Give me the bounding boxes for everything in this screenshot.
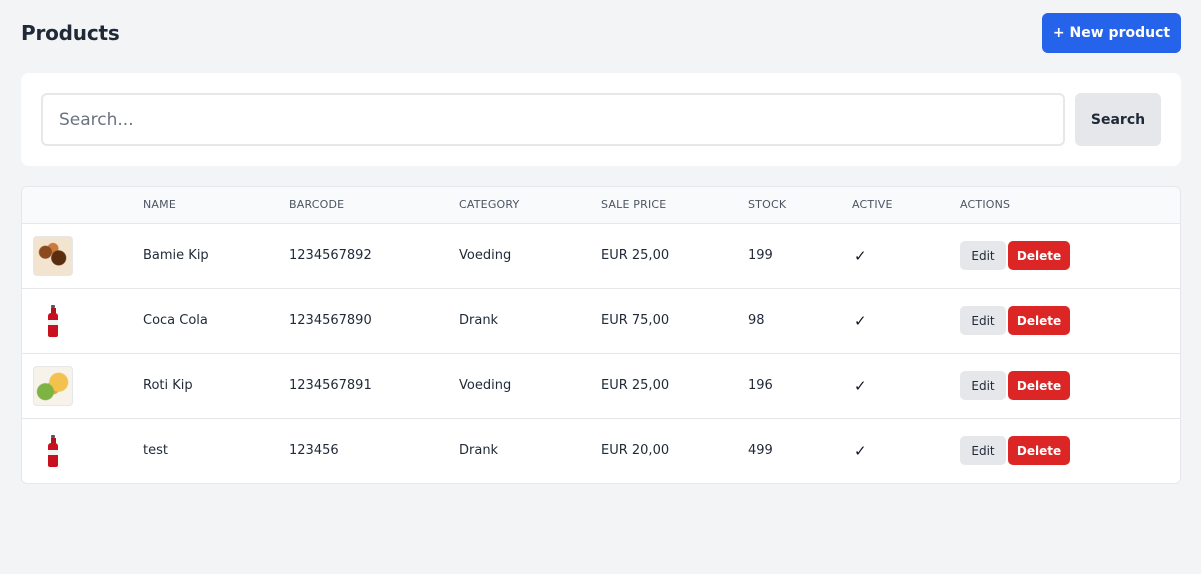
column-header-category: CATEGORY	[459, 187, 601, 224]
page-title: Products	[21, 21, 120, 45]
product-stock: 98	[748, 313, 765, 328]
search-input[interactable]	[41, 93, 1065, 146]
search-button[interactable]: Search	[1075, 93, 1161, 146]
edit-button[interactable]: Edit	[960, 241, 1006, 270]
table-header-row: NAME BARCODE CATEGORY SALE PRICE STOCK A…	[22, 187, 1180, 224]
product-sale-price: EUR 25,00	[601, 248, 670, 263]
active-check-icon: ✓	[854, 311, 867, 330]
bottle-icon	[48, 434, 58, 467]
active-check-icon: ✓	[854, 246, 867, 265]
column-header-name: NAME	[143, 187, 289, 224]
delete-button[interactable]: Delete	[1008, 371, 1070, 400]
column-header-sale-price: SALE PRICE	[601, 187, 748, 224]
product-stock: 499	[748, 443, 773, 459]
delete-button[interactable]: Delete	[1008, 436, 1070, 466]
table-row: Coca Cola 1234567890 Drank EUR 75,00 98 …	[22, 288, 1180, 353]
column-header-image	[22, 187, 143, 224]
product-barcode: 1234567892	[289, 248, 372, 263]
edit-button[interactable]: Edit	[960, 371, 1006, 400]
product-barcode: 1234567891	[289, 378, 372, 393]
product-barcode: 1234567890	[289, 313, 372, 328]
product-sale-price: EUR 75,00	[601, 313, 670, 328]
edit-button[interactable]: Edit	[960, 436, 1006, 466]
delete-button[interactable]: Delete	[1008, 306, 1070, 335]
product-barcode: 123456	[289, 443, 339, 459]
product-sale-price: EUR 20,00	[601, 443, 670, 459]
product-stock: 196	[748, 378, 773, 393]
product-image	[33, 365, 73, 406]
column-header-actions: ACTIONS	[960, 187, 1180, 224]
product-category: Drank	[459, 313, 499, 328]
product-category: Voeding	[459, 378, 512, 393]
new-product-button[interactable]: + New product	[1042, 13, 1181, 53]
active-check-icon: ✓	[854, 441, 867, 460]
page-header: Products + New product	[21, 13, 1181, 53]
products-table-card: NAME BARCODE CATEGORY SALE PRICE STOCK A…	[21, 186, 1181, 484]
product-image	[33, 431, 73, 471]
column-header-stock: STOCK	[748, 187, 852, 224]
active-check-icon: ✓	[854, 376, 867, 395]
products-table: NAME BARCODE CATEGORY SALE PRICE STOCK A…	[22, 187, 1180, 483]
product-stock: 199	[748, 248, 773, 263]
column-header-barcode: BARCODE	[289, 187, 459, 224]
edit-button[interactable]: Edit	[960, 306, 1006, 335]
product-sale-price: EUR 25,00	[601, 378, 670, 393]
table-row: Roti Kip 1234567891 Voeding EUR 25,00 19…	[22, 353, 1180, 418]
search-card: Search	[21, 73, 1181, 166]
product-image	[33, 301, 73, 341]
product-name: test	[143, 443, 168, 459]
product-category: Drank	[459, 443, 499, 459]
table-row: Bamie Kip 1234567892 Voeding EUR 25,00 1…	[22, 223, 1180, 288]
product-image	[33, 235, 73, 276]
column-header-active: ACTIVE	[852, 187, 960, 224]
bottle-icon	[48, 304, 58, 337]
product-name: Bamie Kip	[143, 248, 209, 263]
delete-button[interactable]: Delete	[1008, 241, 1070, 270]
product-name: Coca Cola	[143, 313, 208, 328]
product-category: Voeding	[459, 248, 512, 263]
table-row: test 123456 Drank EUR 20,00 499 ✓ Edit De…	[22, 418, 1180, 483]
product-name: Roti Kip	[143, 378, 193, 393]
